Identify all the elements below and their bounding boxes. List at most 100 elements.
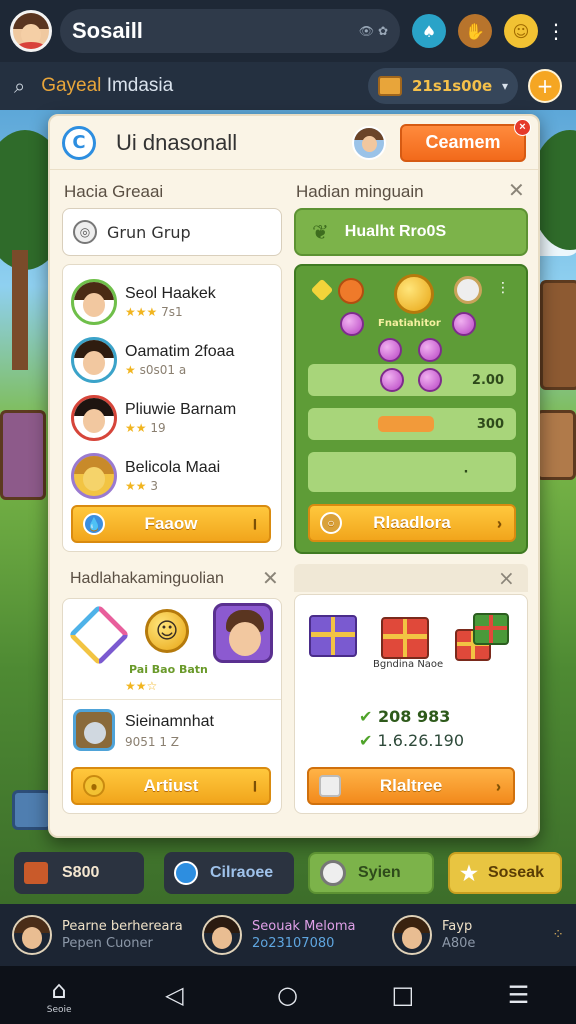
friends-list: Seol Haakek ★★★ 7s1 Oamatim 2foaa ★ s0s0…: [62, 264, 282, 552]
resource-bar: ⌕ Gayeal Imdasia 21s1s00e ▾ +: [0, 62, 576, 110]
ribbon-icon: [67, 603, 131, 667]
claim-reward-button[interactable]: ○ Rlaadlora ›: [308, 504, 516, 542]
follow-button[interactable]: 💧 Faaow I: [71, 505, 271, 543]
smile-icon[interactable]: ☺: [504, 14, 538, 48]
friend-row[interactable]: Seol Haakek ★★★ 7s1: [71, 275, 281, 329]
medal-icon: [454, 276, 482, 304]
refresh-icon[interactable]: C: [62, 125, 96, 160]
menu-icon[interactable]: ☰: [508, 981, 530, 1009]
tile-button[interactable]: S800: [14, 852, 144, 894]
gifts-card: Bgndina Naoe ✔ 208 983 ✔ 1.6.26.190 Rlal…: [294, 594, 528, 814]
group-field-value: Grun Grup: [107, 222, 191, 242]
drop-icon: 💧: [83, 513, 105, 535]
title-mini-icons: 👁 ✿: [358, 24, 388, 38]
gifts-label: Bgndina Naoe: [373, 659, 444, 670]
back-icon[interactable]: ◁: [165, 981, 183, 1009]
gem-icon: [380, 368, 404, 392]
gem-icon: [452, 312, 476, 336]
recents-icon[interactable]: □: [392, 981, 415, 1009]
progress-fill: [378, 416, 434, 432]
gift-icon: [309, 615, 357, 657]
coin-amount: 21s1s00e: [412, 77, 493, 95]
check-row: ✔ 208 983: [359, 707, 451, 726]
more-icon[interactable]: ⁘: [552, 927, 564, 943]
coin-icon: [394, 274, 434, 314]
release-button[interactable]: Rlaltree ›: [307, 767, 515, 805]
check-row: ✔ 1.6.26.190: [359, 731, 465, 750]
reward-progress-row: 2.00: [308, 364, 516, 396]
gem-icon: [418, 338, 442, 362]
coin-stack-icon: [378, 76, 402, 96]
panel-cta-button[interactable]: Ceamem ×: [400, 118, 531, 162]
gem-icon: [340, 312, 364, 336]
smiley-coin-icon: ☺: [145, 609, 189, 653]
friend-row[interactable]: Oamatim 2foaa ★ s0s01 a: [71, 333, 281, 387]
close-icon[interactable]: ×: [498, 566, 515, 590]
gifts-header: [294, 564, 528, 592]
reward-progress-row: ·: [308, 452, 516, 492]
crate-icon: [24, 862, 48, 884]
panel-title: Ui dnasonall: [116, 129, 238, 155]
system-nav-bar: ⌂ Seoie ◁ ○ □ ☰: [0, 966, 576, 1024]
search-icon[interactable]: ⌕: [14, 74, 25, 98]
social-contact[interactable]: Pearne berhereara Pepen Cuoner: [12, 915, 202, 955]
overflow-menu-icon[interactable]: ⋮: [546, 19, 566, 43]
friends-section-label: Hacia Greaai: [64, 182, 164, 201]
tile-button[interactable]: Cilraoee: [164, 852, 294, 894]
friend-row[interactable]: Belicola Maai ★★ 3: [71, 449, 281, 503]
spiral-icon: [320, 860, 346, 886]
home-circle-icon[interactable]: ○: [277, 981, 298, 1009]
shield-icon: [174, 861, 198, 885]
board-center-label: Fnatiahitor: [378, 318, 441, 329]
hand-icon[interactable]: ✋: [458, 14, 492, 48]
spade-icon[interactable]: ♠: [412, 14, 446, 48]
location-label: Gayeal Imdasia: [41, 75, 174, 96]
social-strip: Pearne berhereara Pepen Cuoner Seouak Mel…: [0, 904, 576, 966]
diamond-icon: [310, 278, 334, 302]
top-bar: Sosaill 👁 ✿ ♠ ✋ ☺ ⋮: [0, 0, 576, 62]
suggested-card: ☺ Pai Bao Batn ★★☆ Sieinamnhat 9051 1 Z …: [62, 598, 282, 814]
social-contact[interactable]: Fayp A80e: [392, 915, 542, 955]
orb-icon: [338, 278, 364, 304]
rewards-header-button[interactable]: ❦ Hualht Rro0S: [294, 208, 528, 256]
tile-button[interactable]: ★ Soseak: [448, 852, 562, 894]
leaf-icon: ❦: [312, 220, 329, 244]
close-icon[interactable]: ✕: [262, 566, 279, 590]
rewards-section-label: Hadian minguain: [296, 182, 424, 201]
suggested-section-label: Hadlahakaminguolian: [70, 570, 224, 587]
group-search-field[interactable]: ◎ Grun Grup: [62, 208, 282, 256]
person-name: Sieinamnhat: [125, 713, 214, 730]
panel-header: C Ui dnasonall Ceamem ×: [50, 116, 538, 170]
user-avatar[interactable]: [10, 10, 52, 52]
panel-avatar[interactable]: [352, 125, 386, 160]
gift-icon: [473, 613, 509, 645]
person-avatar[interactable]: [73, 709, 115, 751]
star-icon: ★: [460, 862, 478, 885]
coin-balance[interactable]: 21s1s00e ▾: [368, 68, 518, 104]
pet-label: Pai Bao Batn: [129, 663, 208, 676]
eraser-icon: [319, 775, 341, 797]
friend-row[interactable]: Pliuwie Barnam ★★ 19: [71, 391, 281, 445]
social-contact[interactable]: Seouak Meloma 2o23107080: [202, 915, 392, 955]
more-icon[interactable]: ⋮: [496, 280, 510, 296]
chevron-down-icon: ▾: [501, 79, 508, 93]
add-coins-button[interactable]: +: [528, 69, 562, 103]
pet-stars: ★★☆: [125, 679, 158, 693]
artist-button[interactable]: ● Artiust I: [71, 767, 271, 805]
gift-icon: [381, 617, 429, 659]
group-icon: ◎: [73, 220, 97, 244]
circle-icon: ○: [320, 512, 342, 534]
tile-button[interactable]: Syien: [308, 852, 434, 894]
social-panel: C Ui dnasonall Ceamem × Hacia Greaai Had…: [48, 114, 540, 838]
home-icon[interactable]: ⌂ Seoie: [47, 976, 72, 1015]
gem-icon: [418, 368, 442, 392]
coin-icon: ●: [83, 775, 105, 797]
close-icon[interactable]: ×: [514, 118, 531, 136]
gem-icon: [378, 338, 402, 362]
app-title-pill[interactable]: Sosaill 👁 ✿: [60, 9, 400, 53]
pet-portrait[interactable]: [213, 603, 273, 663]
reward-progress-row: 300: [308, 408, 516, 440]
person-stat: 9051 1 Z: [125, 735, 180, 749]
close-icon[interactable]: ✕: [508, 178, 525, 202]
app-title: Sosaill: [72, 18, 143, 43]
